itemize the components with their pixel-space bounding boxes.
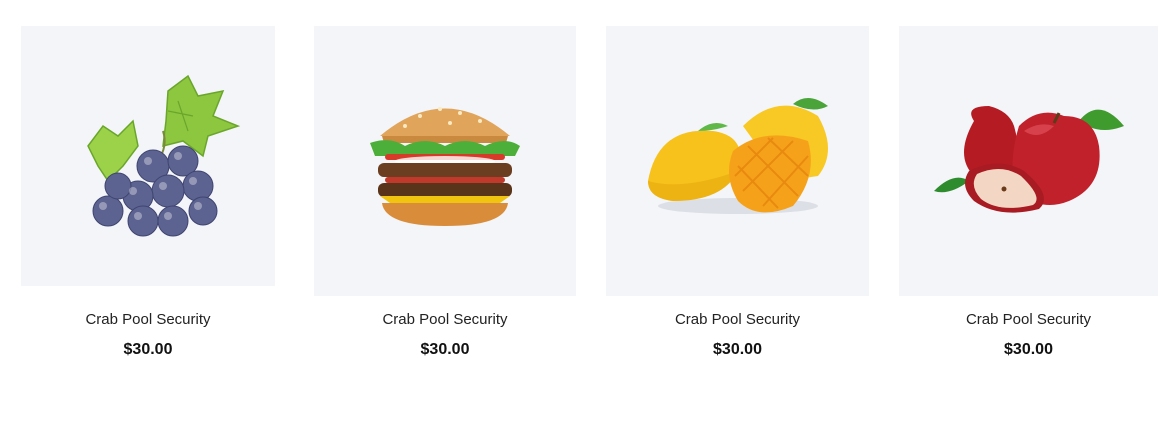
product-card: Crab Pool Security $30.00 xyxy=(899,26,1158,358)
product-image[interactable] xyxy=(606,26,869,296)
product-title[interactable]: Crab Pool Security xyxy=(606,311,869,328)
product-image[interactable] xyxy=(21,26,275,286)
product-price: $30.00 xyxy=(1004,341,1053,358)
product-card: Crab Pool Security $30.00 xyxy=(314,26,576,358)
product-title[interactable]: Crab Pool Security xyxy=(21,311,275,328)
burger-icon xyxy=(370,107,520,226)
grapes-icon xyxy=(87,74,241,237)
product-price: $30.00 xyxy=(713,341,762,358)
product-title[interactable]: Crab Pool Security xyxy=(314,311,576,328)
product-card: Crab Pool Security $30.00 xyxy=(21,26,275,358)
product-price: $30.00 xyxy=(420,341,470,358)
product-image[interactable] xyxy=(899,26,1158,296)
mango-icon xyxy=(647,97,828,214)
product-card: Crab Pool Security $30.00 xyxy=(606,26,869,358)
product-image[interactable] xyxy=(314,26,576,296)
product-title[interactable]: Crab Pool Security xyxy=(899,311,1158,328)
apple-icon xyxy=(933,106,1124,213)
product-price: $30.00 xyxy=(123,341,173,358)
